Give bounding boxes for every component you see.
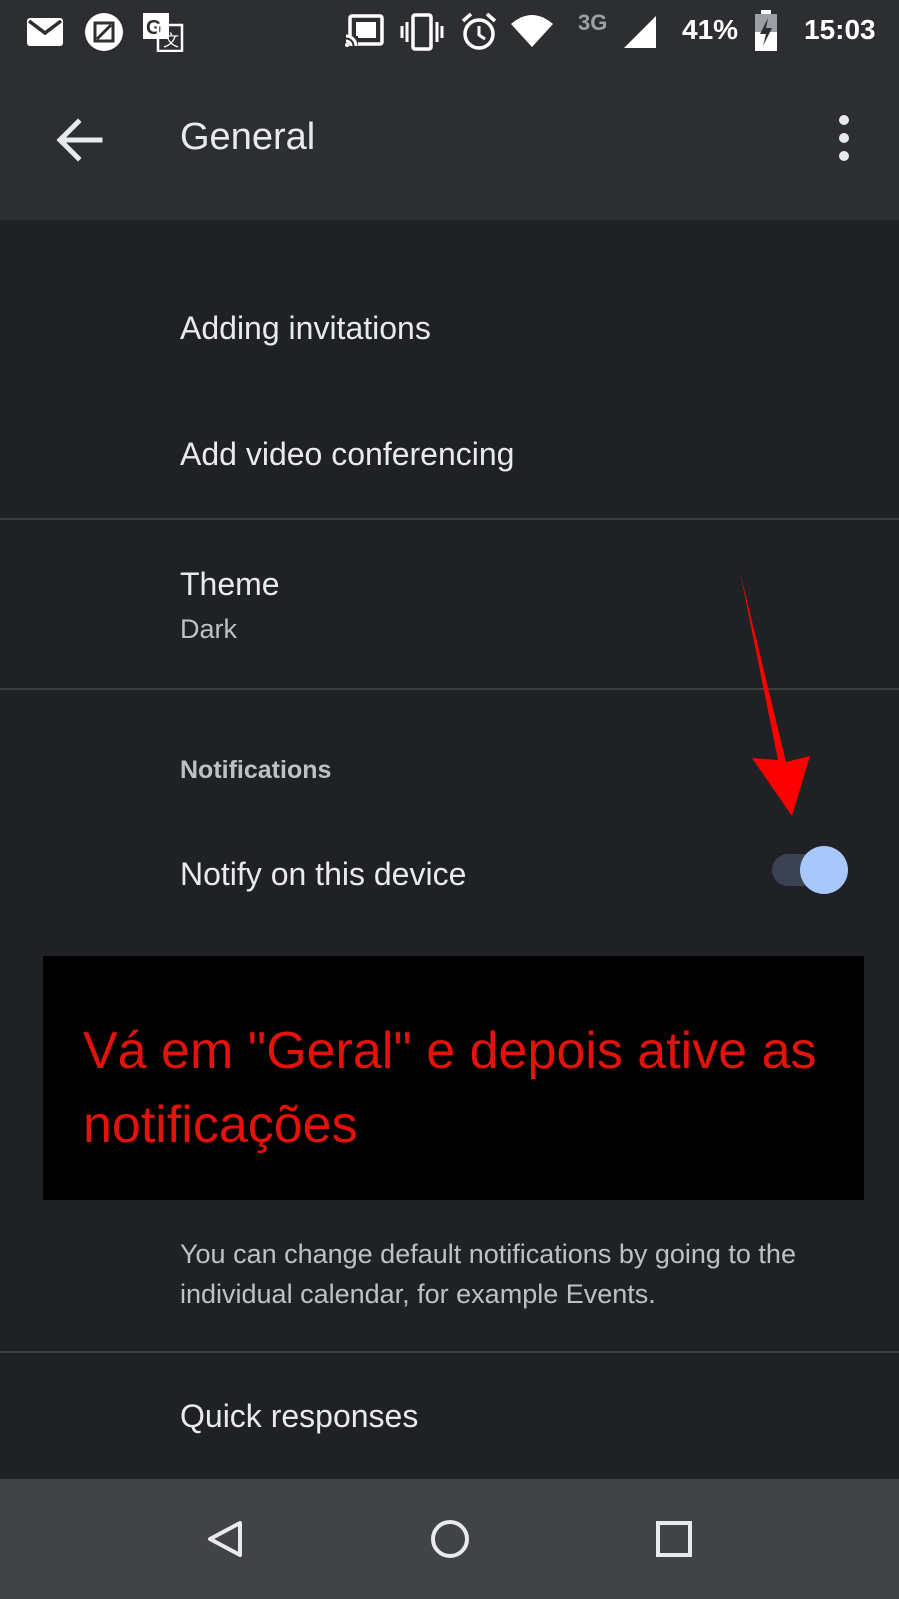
more-options-button[interactable] xyxy=(820,110,868,166)
annotation-banner: Vá em "Geral" e depois ative as notifica… xyxy=(43,956,864,1200)
alarm-icon xyxy=(461,12,497,50)
network-type: 3G xyxy=(578,10,608,35)
page-title: General xyxy=(180,116,316,158)
toggle-thumb xyxy=(800,846,848,894)
vibrate-icon xyxy=(400,13,444,51)
nav-home-icon xyxy=(431,1520,469,1558)
nav-recents-button[interactable] xyxy=(644,1509,704,1569)
cast-icon xyxy=(344,14,384,48)
battery-charging-icon xyxy=(755,10,777,51)
nav-recents-icon xyxy=(656,1521,692,1557)
annotation-arrow xyxy=(740,572,810,816)
arrow-back-icon xyxy=(56,118,103,162)
theme-value: Dark xyxy=(180,614,238,644)
system-navigation-bar xyxy=(0,1479,899,1599)
divider xyxy=(0,518,899,520)
setting-adding-invitations[interactable]: Adding invitations xyxy=(180,310,431,347)
signal-icon xyxy=(624,16,656,48)
notify-on-device-toggle[interactable] xyxy=(770,844,852,896)
svg-text:文: 文 xyxy=(163,31,179,50)
nav-back-button[interactable] xyxy=(196,1509,256,1569)
back-button[interactable] xyxy=(48,108,112,172)
theme-label: Theme xyxy=(180,566,280,602)
screenshot-icon xyxy=(85,13,123,51)
translate-icon: G 文 xyxy=(143,13,184,52)
setting-quick-responses[interactable]: Quick responses xyxy=(180,1398,418,1435)
notifications-helper-text: You can change default notifications by … xyxy=(180,1239,796,1309)
setting-add-video-conferencing[interactable]: Add video conferencing xyxy=(180,436,514,473)
divider xyxy=(0,1351,899,1353)
nav-back-icon xyxy=(208,1521,242,1557)
nav-home-button[interactable] xyxy=(420,1509,480,1569)
wifi-icon xyxy=(511,15,553,47)
app-bar: General xyxy=(0,64,899,220)
notifications-section-header: Notifications xyxy=(180,756,332,784)
notify-on-device-label: Notify on this device xyxy=(180,856,467,892)
mail-icon xyxy=(27,18,63,46)
battery-percent: 41% xyxy=(682,14,739,45)
clock: 15:03 xyxy=(804,14,876,45)
annotation-text: Vá em "Geral" e depois ative as notifica… xyxy=(83,1022,817,1154)
status-bar: G 文 3G 41% 15:03 xyxy=(0,0,899,64)
more-vert-icon xyxy=(839,115,849,161)
